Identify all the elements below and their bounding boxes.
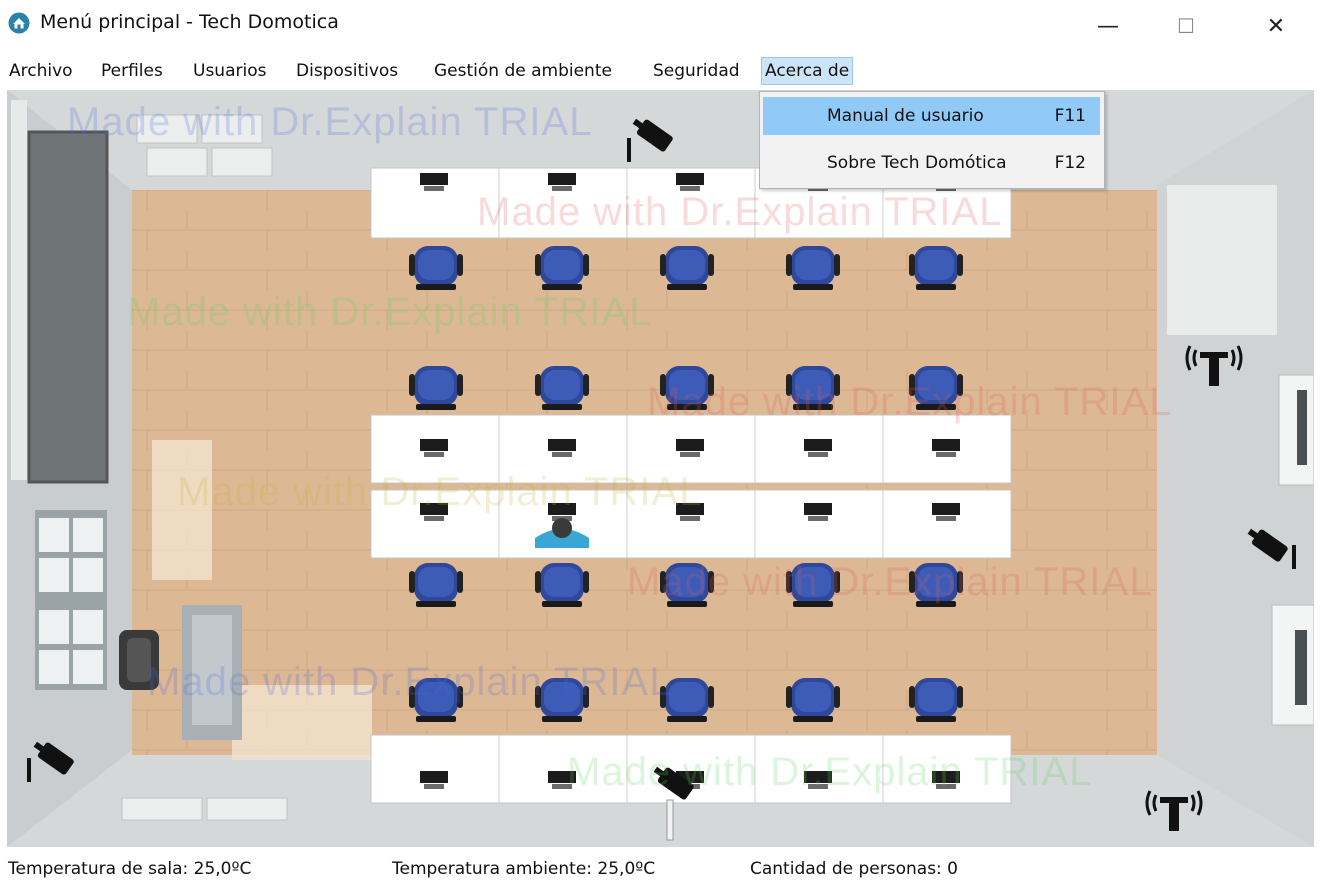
title-bar: Menú principal - Tech Domotica — ☐ ✕	[0, 0, 1321, 52]
menu-usuarios[interactable]: Usuarios	[190, 58, 269, 84]
minimize-button[interactable]: —	[1086, 8, 1130, 44]
menu-item-shortcut: F11	[1054, 106, 1086, 126]
window-title: Menú principal - Tech Domotica	[40, 11, 339, 33]
ambient-temperature: Temperatura ambiente: 25,0ºC	[392, 859, 656, 879]
floorplan-drawing	[7, 90, 1314, 847]
room-temperature: Temperatura de sala: 25,0ºC	[8, 859, 252, 879]
menu-archivo[interactable]: Archivo	[6, 58, 76, 84]
menu-item-label: Sobre Tech Domótica	[827, 153, 1007, 173]
room-floorplan[interactable]: Made with Dr.Explain TRIAL Made with Dr.…	[7, 90, 1314, 847]
menu-seguridad[interactable]: Seguridad	[650, 58, 743, 84]
menu-perfiles[interactable]: Perfiles	[98, 58, 166, 84]
maximize-button[interactable]: ☐	[1164, 8, 1208, 44]
menu-item-label: Manual de usuario	[827, 106, 984, 126]
menu-acerca-de[interactable]: Acerca de	[761, 57, 854, 85]
menu-item-sobre-tech-domotica[interactable]: Sobre Tech Domótica F12	[763, 144, 1100, 182]
people-count: Cantidad de personas: 0	[750, 859, 959, 879]
home-app-icon	[8, 12, 30, 34]
menu-bar: Archivo Perfiles Usuarios Dispositivos G…	[0, 52, 1321, 90]
acerca-de-dropdown: Manual de usuario F11 Sobre Tech Domótic…	[759, 91, 1105, 189]
menu-item-manual-usuario[interactable]: Manual de usuario F11	[763, 97, 1100, 135]
menu-item-shortcut: F12	[1054, 153, 1086, 173]
status-bar: Temperatura de sala: 25,0ºC Temperatura …	[0, 850, 1321, 886]
close-button[interactable]: ✕	[1254, 8, 1298, 44]
menu-gestion-ambiente[interactable]: Gestión de ambiente	[431, 58, 615, 84]
menu-dispositivos[interactable]: Dispositivos	[293, 58, 401, 84]
